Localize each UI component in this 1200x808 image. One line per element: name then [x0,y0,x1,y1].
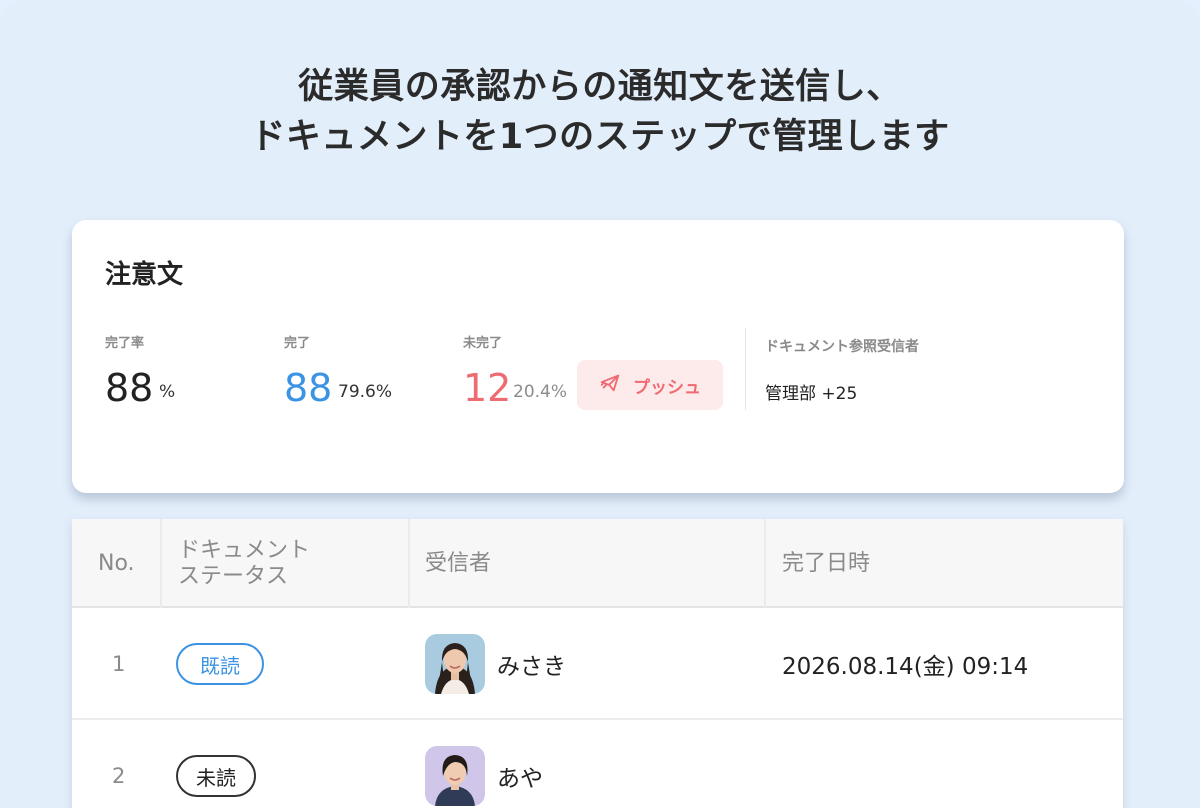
completion-rate-label: 完了率 [105,336,145,351]
recipient-name: みさき [497,654,566,680]
completed-label: 完了 [284,336,311,351]
incomplete-label: 未完了 [463,336,503,351]
completed-percent: 79.6% [338,382,393,402]
page-headline: 従業員の承認からの通知文を送信し、 ドキュメントを1つのステップで管理します [0,62,1200,162]
recipient-name: あや [497,766,543,792]
header-no: No. [98,550,135,576]
avatar [425,746,485,806]
header-recipient: 受信者 [425,550,492,576]
push-button[interactable]: プッシュ [577,360,723,410]
push-send-icon [599,372,621,399]
status-cell: 既読 [176,608,264,720]
status-badge-unread: 未読 [176,755,256,797]
status-cell: 未読 [176,720,256,808]
card-divider [745,328,746,410]
row-number: 2 [112,764,126,788]
completion-rate-value: 88 [105,366,154,410]
card-title: 注意文 [105,260,184,290]
header-completed-at: 完了日時 [782,550,871,576]
notice-summary-card: 注意文 完了率 88 % 完了 88 79.6% 未完了 12 20.4% プッ… [72,220,1124,493]
completed-count: 88 [284,366,333,410]
recipients-value: 管理部 +25 [765,384,858,404]
recipient-cell: あや [425,720,543,808]
row-number: 1 [112,652,126,676]
header-separator [160,519,162,608]
table-row[interactable]: 1 既読 みさき 2026.08.14(金) 09:14 [72,608,1123,720]
table-header: No. ドキュメント ステータス 受信者 完了日時 [72,519,1123,608]
recipients-label: ドキュメント参照受信者 [765,339,919,355]
header-status: ドキュメント ステータス [178,519,310,608]
page-frame: 従業員の承認からの通知文を送信し、 ドキュメントを1つのステップで管理します 注… [0,0,1200,808]
document-status-table: No. ドキュメント ステータス 受信者 完了日時 1 既読 みさき 2026.… [72,519,1123,808]
headline-line-2: ドキュメントを1つのステップで管理します [250,117,950,157]
avatar [425,634,485,694]
recipient-cell: みさき [425,608,566,720]
header-separator [764,519,766,608]
header-status-line-1: ドキュメント [178,537,311,563]
incomplete-percent: 20.4% [513,382,568,402]
status-badge-read: 既読 [176,643,264,685]
completion-rate-unit: % [159,382,176,402]
table-row[interactable]: 2 未読 あや [72,720,1123,808]
completed-at: 2026.08.14(金) 09:14 [782,654,1029,680]
headline-line-1: 従業員の承認からの通知文を送信し、 [298,67,902,107]
header-status-line-2: ステータス [178,563,289,589]
header-separator [408,519,410,608]
push-button-label: プッシュ [633,377,701,398]
incomplete-count: 12 [463,366,512,410]
